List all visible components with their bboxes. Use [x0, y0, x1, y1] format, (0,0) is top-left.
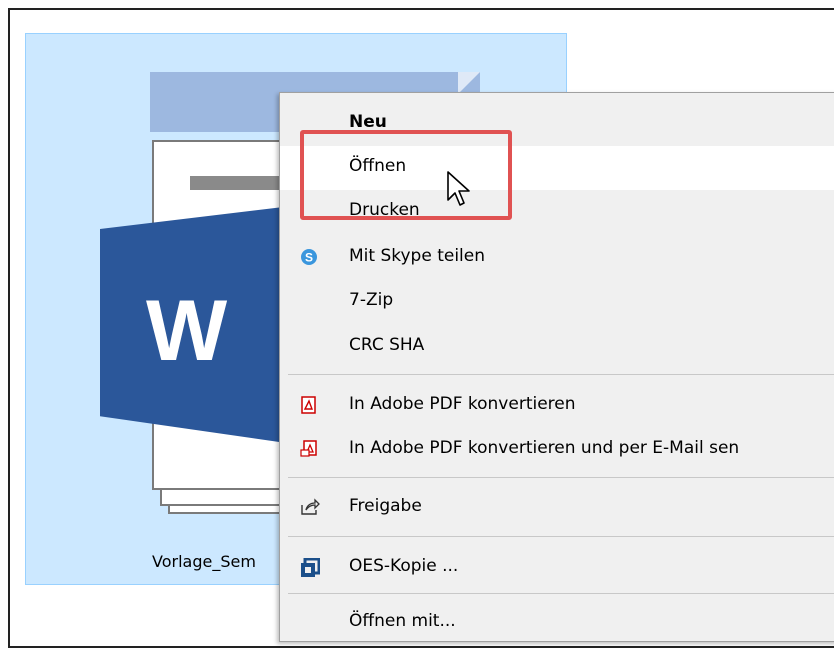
menu-separator	[288, 477, 834, 478]
menu-item-label: 7-Zip	[349, 290, 394, 310]
adobe-pdf-mail-icon	[300, 440, 318, 458]
menu-separator	[288, 593, 834, 594]
doc-text-line	[190, 176, 280, 190]
menu-separator	[288, 374, 834, 375]
mouse-cursor-icon	[446, 170, 472, 212]
menu-item-adobe-pdf-mail[interactable]: In Adobe PDF konvertieren und per E-Mail…	[280, 428, 834, 472]
menu-item-label: Öffnen mit...	[349, 611, 456, 631]
menu-item-oeffnen-mit[interactable]: Öffnen mit...	[280, 601, 834, 645]
menu-item-label: In Adobe PDF konvertieren und per E-Mail…	[349, 438, 740, 458]
menu-item-7zip[interactable]: 7-Zip	[280, 280, 834, 324]
menu-item-label: CRC SHA	[349, 335, 425, 355]
adobe-pdf-icon	[300, 396, 318, 414]
file-name-label[interactable]: Vorlage_Sem	[152, 552, 256, 571]
word-letter: W	[146, 283, 227, 379]
highlight-annotation	[300, 130, 512, 220]
menu-item-label: OES-Kopie ...	[349, 556, 459, 576]
oes-copy-icon	[300, 557, 321, 577]
menu-item-label: Neu	[349, 112, 387, 132]
skype-icon: S	[300, 248, 318, 266]
svg-text:S: S	[305, 251, 313, 265]
doc-fold-corner	[458, 72, 480, 94]
menu-item-skype[interactable]: S Mit Skype teilen	[280, 236, 834, 280]
menu-item-label: Freigabe	[349, 496, 422, 516]
menu-item-label: In Adobe PDF konvertieren	[349, 394, 576, 414]
menu-item-adobe-pdf[interactable]: In Adobe PDF konvertieren	[280, 384, 834, 428]
menu-item-crc-sha[interactable]: CRC SHA	[280, 325, 834, 369]
menu-item-oes-kopie[interactable]: OES-Kopie ...	[280, 546, 834, 590]
menu-separator	[288, 536, 834, 537]
menu-item-label: Mit Skype teilen	[349, 246, 486, 266]
menu-item-freigabe[interactable]: Freigabe	[280, 486, 834, 530]
share-icon	[300, 498, 320, 516]
